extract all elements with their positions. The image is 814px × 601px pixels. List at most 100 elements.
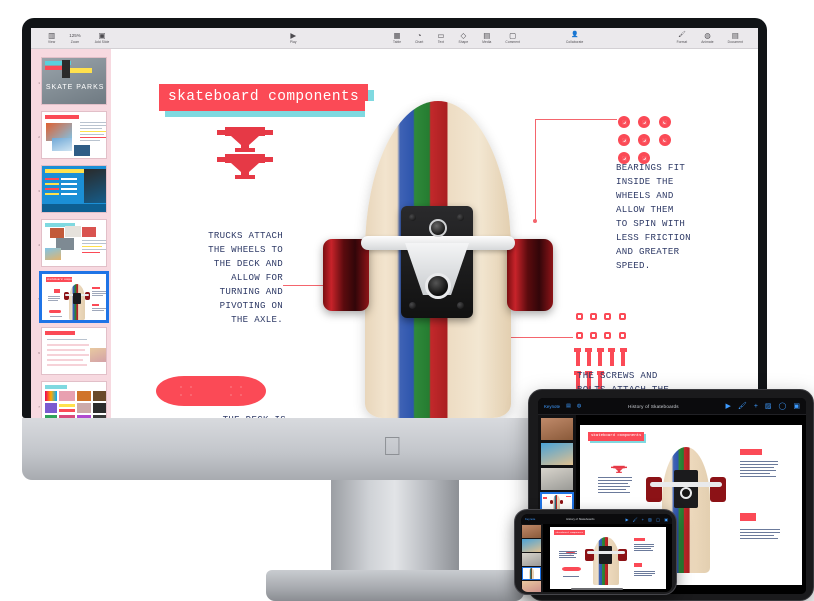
slide-number: 3 [38,189,40,193]
list-item[interactable]: 6 [31,324,111,378]
zoom-icon: 125% [69,33,81,38]
truck-icon [217,127,273,153]
ipad-slide-thumbnail-2[interactable] [541,443,573,465]
list-item[interactable]: 5 skateboard components [31,270,111,324]
iphone-slide-5[interactable]: skateboard components [549,527,666,589]
media-icon[interactable]: ▨ [648,517,652,522]
toolbar-button-animate[interactable]: ◍ Animate [694,31,720,45]
insert-icon[interactable]: + [642,517,644,522]
toolbar-label-add-slide: Add Slide [94,40,110,44]
nut-icon [589,332,597,339]
toolbar-right-group: 🖌 Format ◍ Animate ▤ Document [670,31,750,45]
iphone-toolbar: Keynote History of Skateboards ▶ 🖌 + ▨ ◯… [521,514,672,524]
ipad-slide-thumbnail-1[interactable] [541,418,573,440]
more-icon[interactable]: ▣ [664,517,668,522]
callout-line: SPEED. [616,260,651,271]
slide-navigator[interactable]: 1 SKATE PARKS 2 3 4 5 skateboard compone… [31,49,111,418]
leader-dot-bearings [533,219,537,223]
toolbar-label-comment: Comment [505,40,520,44]
callout-text-trucks[interactable]: TRUCKS ATTACH THE WHEELS TO THE DECK AND… [159,229,283,327]
imac-display-bezel: ▥ View 125% Zoom ▣ Add Slide ▶ Play ▦ Ta… [22,18,767,418]
iphone-slide-thumbnail-3[interactable] [522,553,541,566]
ipad-back-button[interactable]: Keynote [544,404,560,409]
collaborate-icon[interactable]: ◯ [779,402,787,410]
toolbar-button-chart[interactable]: ◔ Chart [408,31,430,45]
pivot-bolt [429,219,447,237]
insert-icon[interactable]: + [754,403,758,410]
ipad-slide-thumbnail-3[interactable] [541,468,573,490]
list-item[interactable]: 1 SKATE PARKS [31,54,111,108]
screw-icon [619,348,627,366]
navigator-icon[interactable]: ▤ [566,403,571,409]
callout-line: TRUCKS ATTACH [208,230,283,241]
iphone-slide-thumbnail-2[interactable] [522,539,541,552]
skateboard-photo[interactable] [323,101,553,418]
iphone-canvas[interactable]: skateboard components [543,524,672,592]
keynote-toolbar: ▥ View 125% Zoom ▣ Add Slide ▶ Play ▦ Ta… [31,28,758,49]
play-icon[interactable]: ▶ [726,402,731,410]
callout-line: ALLOW THEM [616,204,674,215]
callout-text-bearings[interactable]: BEARINGS FIT INSIDE THE WHEELS AND ALLOW… [616,161,740,273]
toolbar-button-view[interactable]: ▥ View [41,31,62,45]
bearing-icon [638,116,651,128]
truck-icon-svg [217,127,273,152]
screw-icon [574,348,581,366]
toolbar-button-text[interactable]: ▭ Text [430,31,451,45]
list-item[interactable]: 2 [31,108,111,162]
toolbar-button-table[interactable]: ▦ Table [386,31,408,45]
bearing-icon [618,134,630,146]
nut-row-1 [574,307,634,325]
slide-thumbnail-7[interactable] [40,381,107,418]
more-icon[interactable]: ▣ [793,402,800,410]
slide-thumbnail-4[interactable] [40,219,107,267]
slide-thumbnail-3[interactable] [40,165,107,213]
iphone-slide-title: skateboard components [553,530,586,535]
iphone-slide-thumbnail-1[interactable] [522,525,541,538]
list-item[interactable]: 4 [31,216,111,270]
format-brush-icon[interactable]: 🖌 [633,517,638,522]
callout-line: THE SCREWS AND [577,370,658,381]
collaborate-icon[interactable]: ◯ [656,517,660,522]
slide-number: 6 [38,351,40,355]
kingpin-nut [425,273,451,299]
toolbar-button-format[interactable]: 🖌 Format [670,31,695,45]
iphone-document-title: History of Skateboards [566,517,595,521]
bearing-icon [638,134,651,146]
iphone-slide-thumbnail-4[interactable] [522,567,541,580]
toolbar-button-add-slide[interactable]: ▣ Add Slide [88,31,117,45]
truck-icon-secondary [217,154,273,180]
toolbar-button-zoom[interactable]: 125% Zoom [62,31,88,45]
iphone-bezel: Keynote History of Skateboards ▶ 🖌 + ▨ ◯… [514,509,677,595]
format-brush-icon[interactable]: 🖌 [738,402,747,410]
toolbar-button-play[interactable]: ▶ Play [283,31,304,45]
document-icon: ▤ [731,31,739,40]
slide-thumbnail-2[interactable] [40,111,107,159]
slide-thumbnail-5[interactable]: skateboard components [38,271,110,323]
iphone-slide-thumbnail-5[interactable] [522,581,541,592]
slide-number: 2 [38,135,40,139]
leader-line-bearings-vertical [535,119,536,221]
toolbar-button-collaborate[interactable]: 👤 Collaborate [559,31,590,45]
ipad-slide-title: skateboard components [588,431,645,441]
iphone-back-button[interactable]: Keynote [525,517,535,521]
slide-thumbnail-6[interactable] [40,327,107,375]
nut-icon [575,332,583,339]
media-icon[interactable]: ▨ [765,402,772,410]
list-item[interactable]: 3 [31,162,111,216]
callout-line: BEARINGS FIT [616,162,686,173]
iphone-slide-navigator[interactable] [521,524,543,592]
list-item[interactable]: 7 [31,378,111,418]
toolbar-button-shape[interactable]: ◇ Shape [452,31,476,45]
toolbar-insert-group: ▦ Table ◔ Chart ▭ Text ◇ Shape ▤ Media ▢… [386,31,527,45]
play-icon[interactable]: ▶ [625,517,628,522]
toolbar-button-comment[interactable]: ▢ Comment [498,31,527,45]
toolbar-button-media[interactable]: ▤ Media [475,31,498,45]
slide-title[interactable]: skateboard components [159,84,369,111]
apple-logo-icon:  [383,432,407,460]
callout-line: THE DECK AND [213,258,283,269]
slide-canvas[interactable]: skateboard components TRUCKS ATTACH THE … [111,49,758,418]
toolbar-label-zoom: Zoom [70,40,80,44]
toolbar-button-document[interactable]: ▤ Document [721,31,750,45]
callout-line: INSIDE THE [616,176,674,187]
slide-thumbnail-1[interactable]: SKATE PARKS [40,57,107,105]
